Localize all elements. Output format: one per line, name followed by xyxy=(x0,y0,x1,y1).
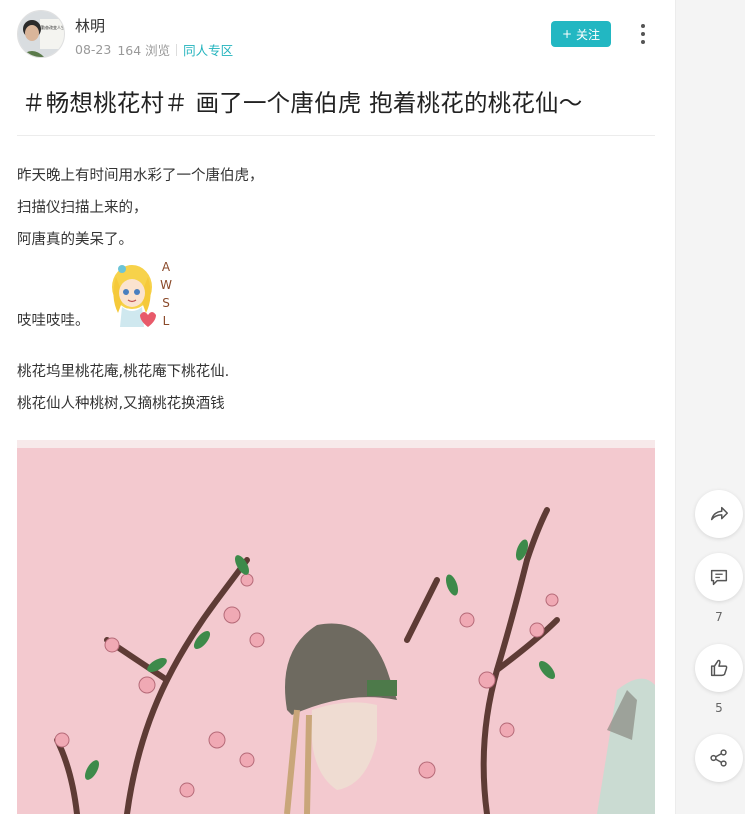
right-action-rail xyxy=(675,0,745,814)
svg-text:S: S xyxy=(162,296,170,310)
post-date: 08-23 xyxy=(75,42,112,57)
post-category-link[interactable]: 同人专区 xyxy=(183,40,233,59)
svg-text:W: W xyxy=(160,278,172,292)
plus-icon: + xyxy=(561,27,573,41)
body-line: 扫描仪扫描上来的， xyxy=(17,200,148,216)
author-avatar[interactable]: 勤奋改变人生 xyxy=(17,10,65,58)
post-body-paragraph-1: 昨天晚上有时间用水彩了一个唐伯虎， 扫描仪扫描上来的， 阿唐真的美呆了。 xyxy=(17,160,264,256)
avatar-text: 勤奋改变人生 xyxy=(41,24,65,30)
post-body-paragraph-3: 桃花坞里桃花庵,桃花庵下桃花仙. 桃花仙人种桃树,又摘桃花换酒钱 xyxy=(17,356,229,420)
forward-arrow-icon xyxy=(710,506,728,521)
comment-count: 7 xyxy=(715,610,723,624)
thumbs-up-icon xyxy=(710,659,728,677)
body-line: 桃花仙人种桃树,又摘桃花换酒钱 xyxy=(17,396,225,412)
body-line: 桃花坞里桃花庵,桃花庵下桃花仙. xyxy=(17,364,230,380)
post-views: 164 浏览 xyxy=(117,43,171,58)
comment-icon xyxy=(710,569,728,586)
post-painting-image[interactable] xyxy=(17,440,655,814)
svg-text:A: A xyxy=(162,260,171,274)
more-options-icon[interactable] xyxy=(634,22,652,46)
follow-button[interactable]: + 关注 xyxy=(551,21,611,47)
author-name[interactable]: 林明 xyxy=(75,15,105,36)
post-body-line-4: 吱哇吱哇。 xyxy=(17,313,90,329)
body-line: 阿唐真的美呆了。 xyxy=(17,232,133,248)
share-nodes-icon xyxy=(710,749,727,767)
share-button[interactable] xyxy=(695,734,743,782)
post-title: ＃畅想桃花村＃ 画了一个唐伯虎 抱着桃花的桃花仙～ xyxy=(22,89,583,117)
like-button[interactable] xyxy=(695,644,743,692)
post-meta: 08-23 164 浏览 同人专区 xyxy=(75,40,233,59)
body-line: 昨天晚上有时间用水彩了一个唐伯虎， xyxy=(17,168,264,184)
like-count: 5 xyxy=(715,701,723,715)
follow-label: 关注 xyxy=(576,27,601,42)
forward-button[interactable] xyxy=(695,490,743,538)
post-main: 勤奋改变人生 林明 08-23 164 浏览 同人专区 + 关注 ＃畅想桃花村＃… xyxy=(0,0,675,814)
awsl-sticker-image: A W S L xyxy=(112,260,172,328)
meta-separator xyxy=(176,43,178,56)
svg-text:L: L xyxy=(163,314,170,328)
title-divider xyxy=(17,135,655,136)
comment-button[interactable] xyxy=(695,553,743,601)
